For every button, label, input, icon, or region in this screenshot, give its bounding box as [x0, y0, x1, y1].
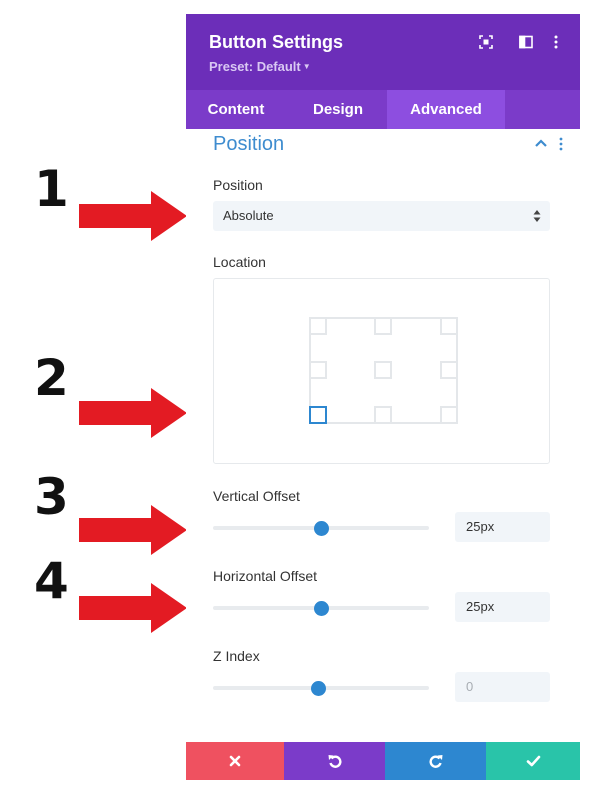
z-index-input[interactable]: 0: [455, 672, 550, 702]
red-arrow-icon: [79, 388, 187, 438]
z-index-slider-thumb[interactable]: [311, 680, 327, 696]
tab-bar: Content Design Advanced: [186, 90, 580, 129]
horizontal-offset-input[interactable]: 25px: [455, 592, 550, 622]
panel-footer: [186, 742, 580, 780]
z-index-label: Z Index: [213, 648, 260, 664]
vertical-offset-label: Vertical Offset: [213, 488, 300, 504]
location-top-left[interactable]: [309, 317, 327, 335]
panel-title: Button Settings: [209, 32, 343, 52]
location-grid: [309, 317, 458, 424]
position-select[interactable]: Absolute: [213, 201, 550, 231]
vertical-offset-slider-thumb[interactable]: [313, 520, 329, 536]
location-bottom-center[interactable]: [374, 406, 392, 424]
red-arrow-icon: [79, 505, 187, 555]
location-top-center[interactable]: [374, 317, 392, 335]
horizontal-offset-slider[interactable]: [213, 600, 429, 616]
redo-icon: [428, 755, 442, 768]
location-center-left[interactable]: [309, 361, 327, 379]
caret-down-icon: ▼: [302, 62, 311, 71]
save-check-icon: [526, 755, 540, 767]
preset-label: Preset: Default: [209, 59, 301, 74]
red-arrow-icon: [79, 583, 187, 633]
red-arrow-icon: [79, 191, 187, 241]
tab-design[interactable]: Design: [286, 90, 390, 129]
location-center-right[interactable]: [440, 361, 458, 379]
location-bottom-right[interactable]: [440, 406, 458, 424]
annotation-number-4: 4: [34, 552, 69, 610]
annotation-number-3: 3: [34, 468, 69, 526]
chevron-up-icon[interactable]: [534, 138, 548, 148]
cancel-button[interactable]: [186, 742, 284, 780]
preset-dropdown[interactable]: Preset: Default ▼: [209, 59, 311, 74]
position-label: Position: [213, 177, 263, 193]
focus-icon[interactable]: [479, 35, 493, 49]
location-top-right[interactable]: [440, 317, 458, 335]
tab-content[interactable]: Content: [186, 90, 286, 129]
location-picker: [213, 278, 550, 464]
vertical-offset-slider[interactable]: [213, 520, 429, 536]
horizontal-offset-slider-thumb[interactable]: [313, 600, 329, 616]
location-center[interactable]: [374, 361, 392, 379]
position-select-value: Absolute: [223, 208, 274, 223]
section-title-position[interactable]: Position: [213, 133, 284, 156]
sidebar-layout-icon[interactable]: [519, 35, 533, 49]
z-index-slider[interactable]: [213, 680, 429, 696]
undo-icon: [328, 755, 342, 768]
redo-button[interactable]: [385, 742, 486, 780]
select-arrows-icon: [533, 210, 541, 222]
location-bottom-left[interactable]: [309, 406, 327, 424]
save-button[interactable]: [486, 742, 580, 780]
button-settings-panel: Button Settings Preset: Default ▼ Content…: [186, 14, 580, 780]
annotation-number-2: 2: [34, 349, 69, 407]
undo-button[interactable]: [284, 742, 385, 780]
panel-header: Button Settings Preset: Default ▼: [186, 14, 580, 90]
location-label: Location: [213, 254, 266, 270]
vertical-offset-input[interactable]: 25px: [455, 512, 550, 542]
more-vertical-icon[interactable]: [553, 35, 567, 49]
horizontal-offset-label: Horizontal Offset: [213, 568, 318, 584]
section-more-icon[interactable]: [558, 136, 564, 152]
annotation-number-1: 1: [34, 160, 69, 218]
tab-advanced[interactable]: Advanced: [387, 90, 505, 129]
cancel-icon: [229, 755, 241, 767]
